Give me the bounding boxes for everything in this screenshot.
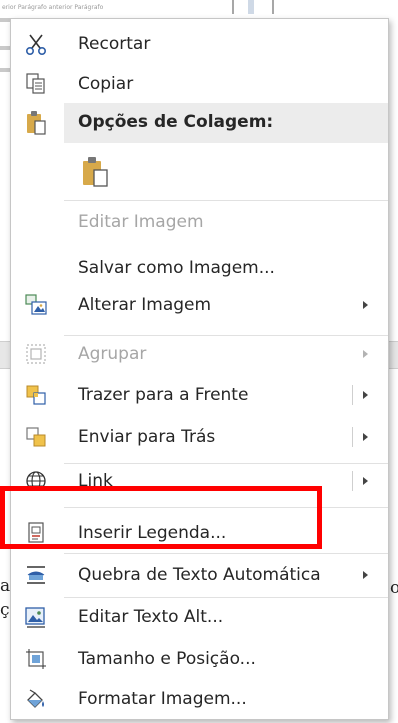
group-icon [23,341,49,367]
menu-item-label: Editar Imagem [78,212,204,232]
submenu-arrow-icon [363,433,368,441]
menu-item-send-backward[interactable]: Enviar para Trás [11,417,388,457]
size-position-icon [23,646,49,672]
clipboard-icon [23,110,49,136]
menu-item-save-as-picture[interactable]: Salvar como Imagem... [11,248,388,288]
menu-item-label: Recortar [78,34,151,54]
menu-item-edit-alt-text[interactable]: Editar Texto Alt... [11,597,388,637]
document-line [0,18,10,22]
menu-item-wrap-text[interactable]: Quebra de Texto Automática [11,555,388,595]
bring-forward-icon [23,382,49,408]
clipboard-large-icon [83,157,108,187]
menu-item-size-position[interactable]: Tamanho e Posição... [11,639,388,679]
menu-item-label: Editar Texto Alt... [78,607,224,627]
submenu-arrow-icon [363,301,368,309]
menu-item-copy[interactable]: Copiar [11,64,388,104]
menu-separator [64,200,388,201]
context-menu: Recortar Copiar Opções de Colagem: Edita… [10,18,389,720]
menu-item-label: Copiar [78,74,134,94]
menu-item-label: Trazer para a Frente [78,385,249,405]
paste-options-header: Opções de Colagem: [64,103,388,143]
scissors-icon [23,31,49,57]
menu-item-group[interactable]: Agrupar [11,334,388,374]
split-divider [352,427,353,447]
change-picture-icon [23,292,49,318]
menu-item-label: Alterar Imagem [78,295,212,315]
menu-item-edit-picture[interactable]: Editar Imagem [11,202,388,242]
copy-icon [23,71,49,97]
menu-item-cut[interactable]: Recortar [11,24,388,64]
submenu-arrow-icon [363,350,368,358]
menu-item-label: Salvar como Imagem... [78,258,275,278]
highlight-box [0,486,322,549]
submenu-arrow-icon [363,477,368,485]
menu-item-label: Agrupar [78,344,147,364]
wrap-text-icon [23,562,49,588]
paste-options-label: Opções de Colagem: [78,112,274,132]
split-divider [352,471,353,491]
document-text-fragment: o [390,578,398,598]
menu-item-label: Enviar para Trás [78,427,216,447]
menu-separator [64,553,388,554]
format-picture-icon [23,686,49,712]
submenu-arrow-icon [363,391,368,399]
image-frame-edge [232,0,274,14]
document-line [0,68,10,72]
menu-item-format-picture[interactable]: Formatar Imagem... [11,679,388,719]
send-backward-icon [23,424,49,450]
menu-item-label: Quebra de Texto Automática [78,565,321,585]
document-text-fragment: a [0,576,11,596]
alt-text-icon [23,604,49,630]
paste-keep-format-button[interactable] [81,155,109,191]
menu-item-change-picture[interactable]: Alterar Imagem [11,285,388,325]
submenu-arrow-icon [363,571,368,579]
document-line [0,46,10,50]
document-snippet: erior Parágrafo anterior Parágrafo [2,4,104,11]
menu-item-label: Formatar Imagem... [78,689,247,709]
split-divider [352,385,353,405]
menu-item-label: Tamanho e Posição... [78,649,256,669]
menu-item-bring-forward[interactable]: Trazer para a Frente [11,375,388,415]
